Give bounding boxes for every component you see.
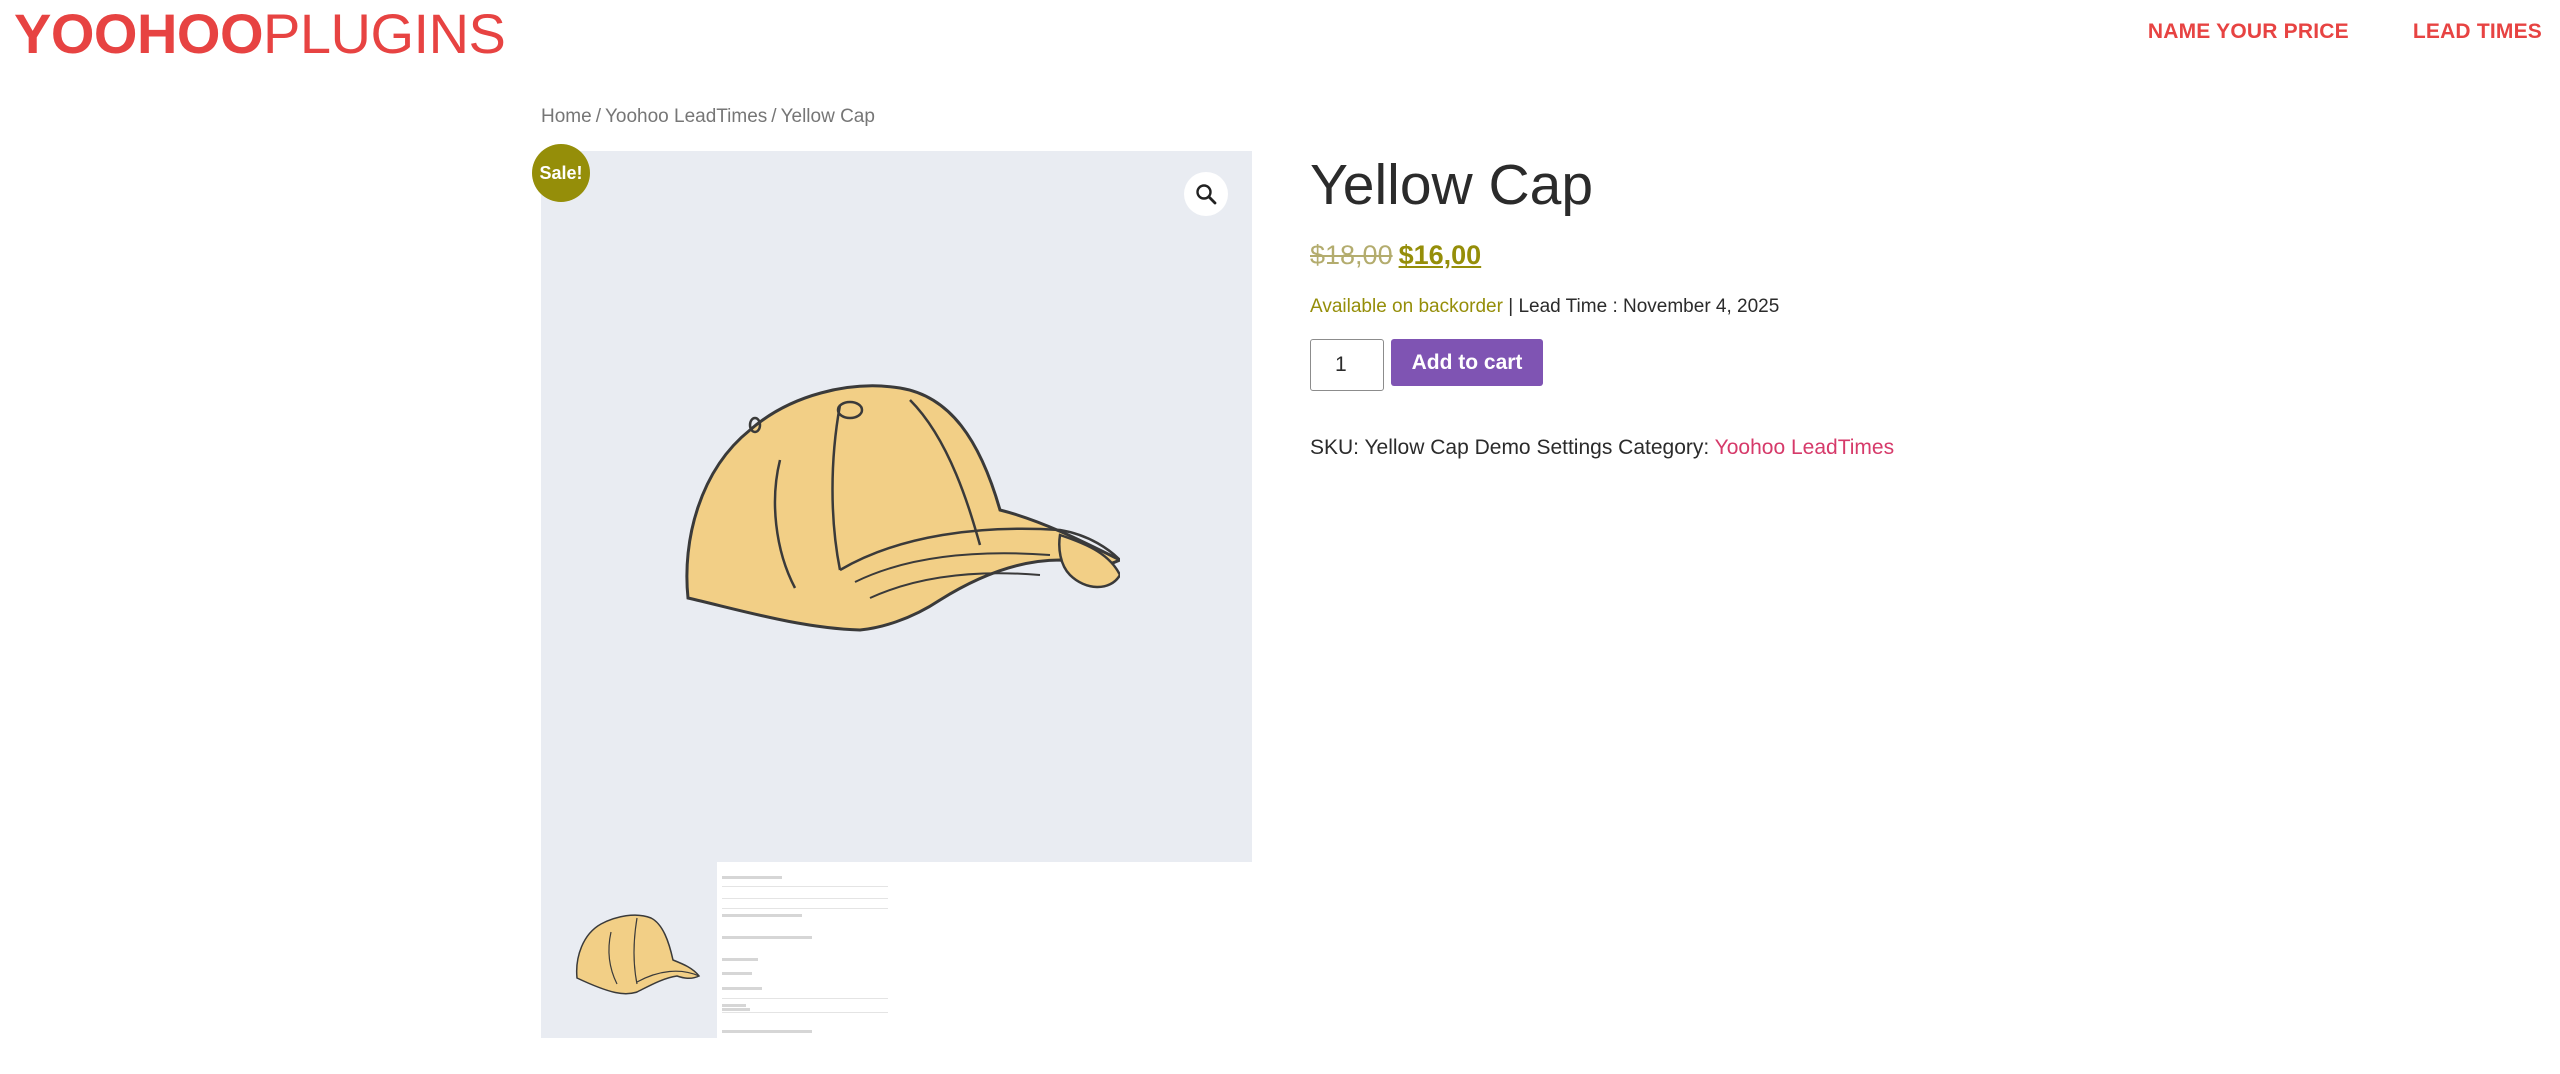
- add-to-cart-button[interactable]: Add to cart: [1391, 339, 1543, 386]
- magnifier-icon: [1196, 184, 1217, 205]
- meta-text: SKU: Yellow Cap Demo Settings Category:: [1310, 436, 1715, 459]
- sale-badge: Sale!: [532, 144, 590, 202]
- yellow-cap-image: [685, 384, 1120, 632]
- category-link[interactable]: Yoohoo LeadTimes: [1715, 436, 1894, 459]
- product-title: Yellow Cap: [1310, 153, 1594, 217]
- logo-bold-text: YOOHOO: [14, 2, 264, 65]
- zoom-button[interactable]: [1184, 172, 1228, 216]
- breadcrumb: Home / Yoohoo LeadTimes / Yellow Cap: [541, 106, 875, 128]
- site-header: YOOHOOPLUGINS NAME YOUR PRICE LEAD TIMES: [0, 0, 2560, 70]
- availability-text: Available on backorder: [1310, 296, 1503, 317]
- breadcrumb-category[interactable]: Yoohoo LeadTimes: [605, 106, 767, 127]
- nav-item-name-your-price[interactable]: NAME YOUR PRICE: [2148, 20, 2349, 44]
- product-thumbnail-2[interactable]: [718, 862, 894, 1038]
- stock-status: Available on backorder | Lead Time : Nov…: [1310, 296, 1779, 318]
- sale-price: $16,00: [1398, 240, 1482, 270]
- old-price: $18,00: [1310, 240, 1393, 270]
- yellow-cap-thumbnail-icon: [575, 914, 701, 995]
- breadcrumb-separator: /: [595, 106, 601, 127]
- breadcrumb-current: Yellow Cap: [780, 106, 875, 127]
- quantity-input[interactable]: [1310, 339, 1384, 391]
- logo-light-text: PLUGINS: [263, 2, 506, 65]
- breadcrumb-separator: /: [771, 106, 777, 127]
- product-thumbnail-1[interactable]: [541, 862, 717, 1038]
- lead-time-text: | Lead Time : November 4, 2025: [1502, 296, 1780, 317]
- main-nav: NAME YOUR PRICE LEAD TIMES: [2148, 20, 2542, 44]
- breadcrumb-home[interactable]: Home: [541, 106, 592, 127]
- nav-item-lead-times[interactable]: LEAD TIMES: [2413, 20, 2542, 44]
- site-logo[interactable]: YOOHOOPLUGINS: [14, 2, 506, 65]
- product-price: $18,00 $16,00: [1310, 240, 1481, 271]
- product-meta: SKU: Yellow Cap Demo Settings Category: …: [1310, 436, 1894, 460]
